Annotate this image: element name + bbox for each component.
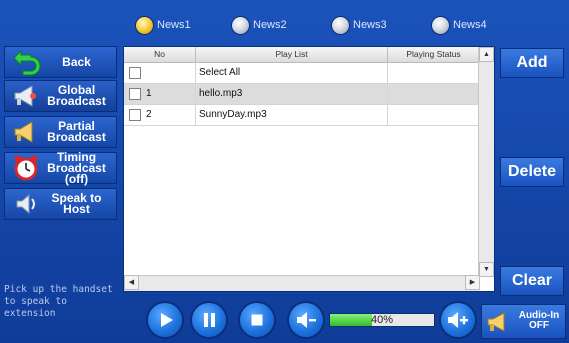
row-status-cell <box>388 84 480 104</box>
handset-hint-text: Pick up the handset to speak to extensio… <box>4 284 113 319</box>
scroll-up-icon[interactable]: ▲ <box>479 47 494 62</box>
scroll-down-icon[interactable]: ▼ <box>479 262 494 277</box>
row-name-cell: SunnyDay.mp3 <box>196 105 388 125</box>
channel-news2-radio[interactable]: News2 <box>232 8 287 42</box>
megaphone-icon <box>14 85 36 107</box>
row-checkbox[interactable] <box>129 109 141 121</box>
row-checkbox[interactable] <box>129 88 141 100</box>
back-label: Back <box>62 54 91 69</box>
play-icon <box>161 313 173 327</box>
sidebar: Back Global Broadcast Partial Broadcast <box>0 46 118 343</box>
partial-broadcast-label: Partial Broadcast <box>47 119 106 144</box>
timing-broadcast-button[interactable]: Timing Broadcast (off) <box>4 149 117 186</box>
scroll-left-icon[interactable]: ◀ <box>124 275 139 290</box>
row-no-cell: 1 <box>124 84 196 104</box>
row-name-cell: Select All <box>196 63 388 83</box>
stop-button[interactable] <box>240 303 274 337</box>
clear-button[interactable]: Clear <box>500 266 564 296</box>
row-number: 1 <box>146 88 152 99</box>
channel-news4-label: News4 <box>453 19 487 31</box>
speak-to-host-button[interactable]: Speak to Host <box>4 188 117 220</box>
radio-selected-icon <box>136 16 153 34</box>
horizontal-scrollbar[interactable]: ◀ ▶ <box>124 275 480 291</box>
pause-icon <box>204 313 215 327</box>
radio-unselected-icon <box>432 16 449 34</box>
global-broadcast-label: Global Broadcast <box>47 83 106 108</box>
playlist-table: No Play List Playing Status Select All 1… <box>123 46 495 292</box>
speaker-icon <box>16 193 35 215</box>
megaphone-icon <box>487 312 505 332</box>
table-header: No Play List Playing Status <box>124 47 480 63</box>
add-button[interactable]: Add <box>500 48 564 78</box>
row-status-cell <box>388 105 480 125</box>
channel-news4-radio[interactable]: News4 <box>432 8 487 42</box>
timing-broadcast-label: Timing Broadcast (off) <box>47 149 106 186</box>
channel-news1-radio[interactable]: News1 <box>136 8 191 42</box>
audio-in-label: Audio-In OFF <box>512 311 566 331</box>
play-button[interactable] <box>148 303 182 337</box>
row-no-cell <box>124 63 196 83</box>
volume-percent: 40% <box>370 314 394 326</box>
partial-broadcast-button[interactable]: Partial Broadcast <box>4 116 117 148</box>
scroll-right-icon[interactable]: ▶ <box>465 275 480 290</box>
audio-in-state: OFF <box>529 320 549 331</box>
channel-selector: News1 News2 News3 News4 <box>118 8 558 42</box>
volume-down-icon <box>297 312 316 328</box>
column-no-header: No <box>124 47 196 62</box>
channel-news3-label: News3 <box>353 19 387 31</box>
table-row[interactable]: 1 hello.mp3 <box>124 84 480 105</box>
volume-slider[interactable]: 40% <box>329 313 435 327</box>
row-number: 2 <box>146 109 152 120</box>
radio-unselected-icon <box>332 16 349 34</box>
radio-unselected-icon <box>232 16 249 34</box>
table-row[interactable]: 2 SunnyDay.mp3 <box>124 105 480 126</box>
volume-up-icon <box>448 312 468 328</box>
delete-button[interactable]: Delete <box>500 157 564 187</box>
app-window: News1 News2 News3 News4 Back Global Broa… <box>0 0 569 343</box>
audio-in-button[interactable]: Audio-In OFF <box>481 304 566 339</box>
column-play-list-header: Play List <box>196 47 388 62</box>
column-status-header: Playing Status <box>388 47 480 62</box>
stop-icon <box>251 314 263 326</box>
back-button[interactable]: Back <box>4 46 117 78</box>
megaphone-icon <box>14 121 33 143</box>
channel-news3-radio[interactable]: News3 <box>332 8 387 42</box>
alarm-clock-icon <box>14 155 38 181</box>
speak-to-host-label: Speak to Host <box>51 191 102 216</box>
pause-button[interactable] <box>192 303 226 337</box>
row-no-cell: 2 <box>124 105 196 125</box>
select-all-checkbox[interactable] <box>129 67 141 79</box>
table-row-select-all[interactable]: Select All <box>124 63 480 84</box>
global-broadcast-button[interactable]: Global Broadcast <box>4 80 117 112</box>
row-name-cell: hello.mp3 <box>196 84 388 104</box>
vertical-scrollbar[interactable]: ▲ ▼ <box>478 47 494 277</box>
back-arrow-icon <box>13 49 41 76</box>
row-status-cell <box>388 63 480 83</box>
volume-down-button[interactable] <box>289 303 323 337</box>
table-body: Select All 1 hello.mp3 2 SunnyDay.mp3 <box>124 63 480 126</box>
volume-up-button[interactable] <box>441 303 475 337</box>
channel-news1-label: News1 <box>157 19 191 31</box>
channel-news2-label: News2 <box>253 19 287 31</box>
